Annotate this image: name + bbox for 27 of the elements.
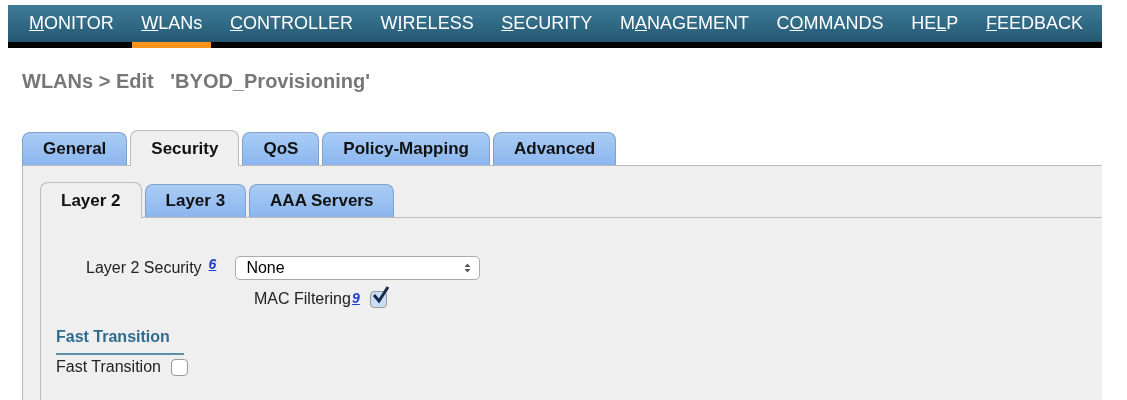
menu-item[interactable]: MANAGEMENT [610, 5, 758, 42]
checkbox[interactable] [170, 358, 188, 376]
page-title: WLANs > Edit 'BYOD_Provisioning' [22, 70, 371, 94]
menu-item[interactable]: MONITOR [20, 5, 123, 42]
tab[interactable]: Advanced [493, 132, 617, 165]
field-label: Layer 2 Security [86, 259, 202, 277]
tab[interactable]: General [22, 132, 128, 165]
field-label: Fast Transition [56, 358, 161, 376]
menu-item[interactable]: FEEDBACK [976, 5, 1092, 42]
menu-item[interactable]: WLANs [132, 5, 212, 48]
tab[interactable]: QoS [242, 132, 320, 165]
tab[interactable]: Layer 3 [144, 184, 247, 217]
menu-item[interactable]: HELP [902, 5, 968, 42]
security-dropdown[interactable]: None [235, 256, 481, 280]
tab[interactable]: Security [130, 130, 240, 166]
stepper-icon [464, 263, 472, 273]
help-link[interactable]: 6 [208, 256, 217, 272]
section-heading: Fast Transition [56, 328, 184, 355]
menu-item[interactable]: CONTROLLER [220, 5, 362, 42]
field-label: MAC Filtering [254, 290, 351, 308]
menu-item[interactable]: COMMANDS [767, 5, 893, 42]
help-link[interactable]: 9 [351, 290, 360, 306]
tab[interactable]: Layer 2 [40, 182, 142, 218]
menu-item[interactable]: SECURITY [492, 5, 602, 42]
tab[interactable]: Policy-Mapping [322, 132, 490, 165]
tab[interactable]: AAA Servers [249, 184, 395, 217]
menu-item[interactable]: WIRELESS [371, 5, 483, 42]
